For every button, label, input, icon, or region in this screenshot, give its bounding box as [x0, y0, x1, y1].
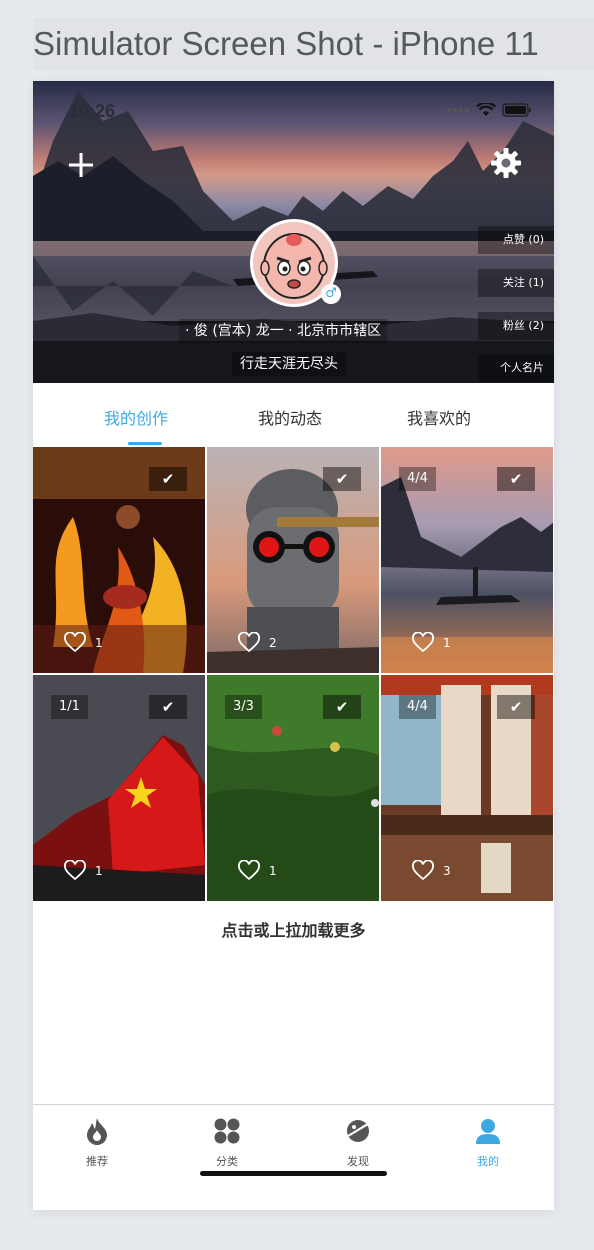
image-count-badge: 4/4	[399, 695, 436, 719]
content-tabs: 我的创作 我的动态 我喜欢的	[33, 383, 554, 447]
user-signature: 行走天涯无尽头	[232, 352, 346, 376]
heart-icon	[412, 632, 434, 653]
selected-check-icon[interactable]: ✔	[497, 467, 535, 491]
selected-check-icon[interactable]: ✔	[497, 695, 535, 719]
battery-icon	[502, 103, 531, 117]
grid-item[interactable]: ✔ 2	[207, 447, 379, 673]
like-count: 2	[269, 635, 277, 650]
tabbar-item-category[interactable]: 分类	[197, 1117, 257, 1169]
user-info: · 俊 (宫本) 龙一 · 北京市市辖区	[179, 319, 388, 343]
like-counter[interactable]: 1	[63, 860, 103, 881]
tabbar-label: 发现	[347, 1155, 369, 1168]
plus-icon[interactable]	[67, 151, 95, 179]
phone-screen: 10:26 ♂ · 俊 (宫本) 龙一 · 北京市市辖区 行走天涯无尽头 点赞 …	[33, 81, 554, 1210]
like-counter[interactable]: 2	[237, 632, 277, 653]
status-indicators	[446, 103, 532, 117]
like-count: 1	[95, 635, 103, 650]
wifi-icon	[476, 103, 496, 116]
grid-item[interactable]: 4/4 ✔ 1	[381, 447, 553, 673]
tab-my-creations[interactable]: 我的创作	[104, 405, 168, 429]
tabbar-label: 分类	[216, 1155, 238, 1168]
grid-item[interactable]: 3/3 ✔ 1	[207, 675, 379, 901]
likes-button[interactable]: 点赞 (0)	[478, 226, 554, 254]
like-count: 3	[443, 863, 451, 878]
following-button[interactable]: 关注 (1)	[478, 269, 554, 297]
like-counter[interactable]: 1	[411, 632, 451, 653]
like-counter[interactable]: 3	[411, 860, 451, 881]
image-count-badge: 3/3	[225, 695, 262, 719]
selected-check-icon[interactable]: ✔	[149, 695, 187, 719]
tab-my-activity[interactable]: 我的动态	[258, 405, 322, 429]
home-indicator[interactable]	[200, 1171, 387, 1176]
grid-item[interactable]: ✔ 1	[33, 447, 205, 673]
active-tab-indicator	[128, 442, 162, 445]
grid-item[interactable]: 4/4 ✔ 3	[381, 675, 553, 901]
grid-icon	[214, 1118, 240, 1144]
bottom-tab-bar: 推荐 分类 发现 我的	[33, 1104, 554, 1210]
like-count: 1	[95, 863, 103, 878]
tabbar-item-me[interactable]: 我的	[458, 1117, 518, 1169]
selected-check-icon[interactable]: ✔	[149, 467, 187, 491]
window-title: Simulator Screen Shot - iPhone 11	[33, 18, 594, 70]
heart-icon	[238, 632, 260, 653]
tabbar-label: 我的	[477, 1155, 499, 1168]
image-count-badge: 4/4	[399, 467, 436, 491]
tab-my-likes[interactable]: 我喜欢的	[407, 405, 471, 429]
load-more-button[interactable]: 点击或上拉加载更多	[33, 917, 554, 941]
tabbar-item-discover[interactable]: 发现	[328, 1117, 388, 1169]
gender-badge: ♂	[321, 284, 341, 304]
like-count: 1	[443, 635, 451, 650]
tabbar-label: 推荐	[86, 1155, 108, 1168]
flame-icon	[87, 1118, 107, 1145]
heart-icon	[64, 632, 86, 653]
heart-icon	[64, 860, 86, 881]
tabbar-item-recommend[interactable]: 推荐	[67, 1117, 127, 1169]
status-time: 10:26	[69, 101, 116, 121]
gear-icon[interactable]	[490, 147, 522, 179]
profile-card-button[interactable]: 个人名片	[478, 354, 554, 382]
profile-header: 10:26 ♂ · 俊 (宫本) 龙一 · 北京市市辖区 行走天涯无尽头 点赞 …	[33, 81, 554, 383]
heart-icon	[238, 860, 260, 881]
selected-check-icon[interactable]: ✔	[323, 695, 361, 719]
image-count-badge: 1/1	[51, 695, 88, 719]
like-count: 1	[269, 863, 277, 878]
like-counter[interactable]: 1	[237, 860, 277, 881]
person-icon	[476, 1119, 500, 1144]
heart-icon	[412, 860, 434, 881]
followers-button[interactable]: 粉丝 (2)	[478, 312, 554, 340]
signal-icon	[447, 108, 469, 112]
selected-check-icon[interactable]: ✔	[323, 467, 361, 491]
planet-icon	[345, 1120, 371, 1142]
like-counter[interactable]: 1	[63, 632, 103, 653]
grid-item[interactable]: 1/1 ✔ 1	[33, 675, 205, 901]
creations-grid: ✔ 1 ✔ 2 4/4 ✔ 1 1/1 ✔ 1 3/3 ✔ 1 4/4 ✔ 3	[33, 447, 554, 902]
